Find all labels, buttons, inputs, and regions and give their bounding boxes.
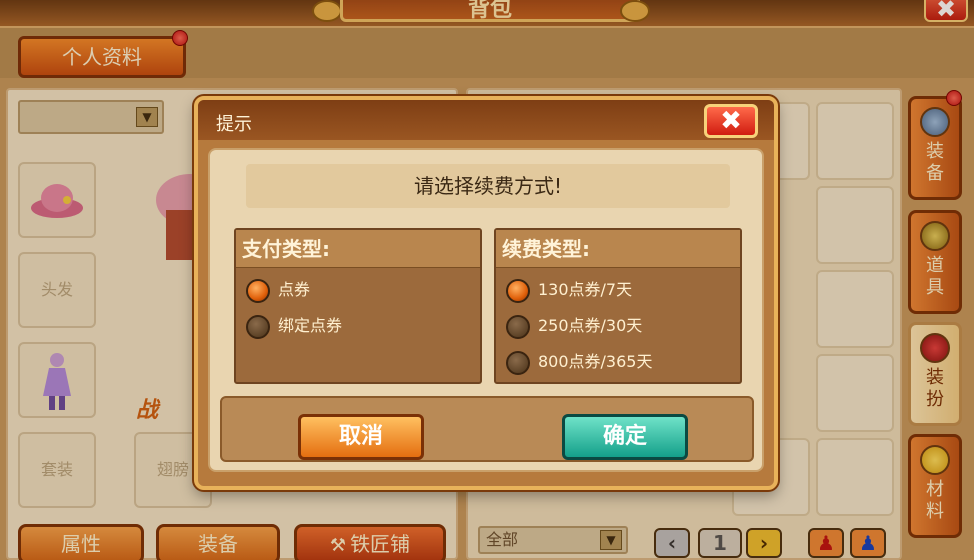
dialog-title: 提示 bbox=[216, 114, 252, 135]
renewal-option-30-days[interactable]: 250点券/30天 bbox=[506, 312, 642, 340]
option-label: 250点券/30天 bbox=[538, 316, 643, 335]
radio-icon[interactable] bbox=[246, 314, 270, 339]
payment-option-bound-points[interactable]: 绑定点券 bbox=[246, 312, 342, 340]
renewal-option-365-days[interactable]: 800点券/365天 bbox=[506, 348, 652, 376]
option-label: 点券 bbox=[278, 280, 311, 299]
option-label: 800点券/365天 bbox=[538, 352, 653, 371]
option-label: 130点券/7天 bbox=[538, 280, 633, 299]
radio-selected-icon[interactable] bbox=[506, 278, 530, 303]
payment-type-header: 支付类型: bbox=[236, 230, 480, 268]
dialog-prompt: 请选择续费方式! bbox=[246, 164, 730, 208]
cancel-button[interactable]: 取消 bbox=[298, 414, 424, 460]
radio-icon[interactable] bbox=[506, 314, 530, 339]
option-label: 绑定点券 bbox=[278, 316, 343, 335]
dialog-body: 请选择续费方式! 支付类型: 点券 绑定点券 续费类型: 130点券/7天 25… bbox=[208, 148, 764, 472]
dialog-close-button[interactable]: ✖ bbox=[704, 104, 758, 138]
renewal-type-panel: 续费类型: 130点券/7天 250点券/30天 800点券/365天 bbox=[494, 228, 742, 384]
payment-type-panel: 支付类型: 点券 绑定点券 bbox=[234, 228, 482, 384]
radio-selected-icon[interactable] bbox=[246, 278, 270, 303]
radio-icon[interactable] bbox=[506, 350, 530, 375]
dialog-header: 提示 ✖ bbox=[198, 100, 774, 140]
payment-option-points[interactable]: 点券 bbox=[246, 276, 310, 304]
renewal-dialog: 提示 ✖ 请选择续费方式! 支付类型: 点券 绑定点券 续费类型: 130点券/… bbox=[194, 96, 778, 490]
renewal-option-7-days[interactable]: 130点券/7天 bbox=[506, 276, 632, 304]
confirm-button[interactable]: 确定 bbox=[562, 414, 688, 460]
renewal-type-header: 续费类型: bbox=[496, 230, 740, 268]
